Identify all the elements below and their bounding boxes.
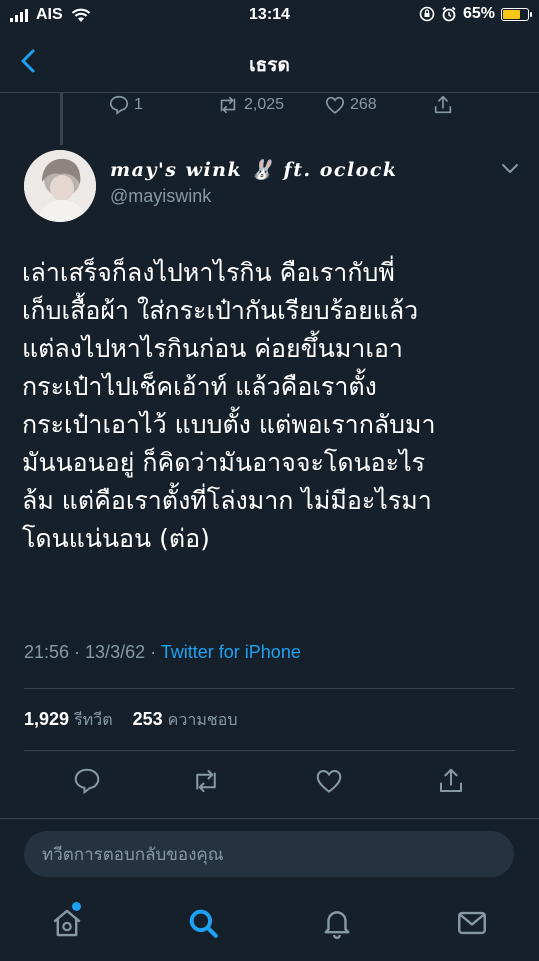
share-icon xyxy=(434,95,452,114)
like-label[interactable]: ความชอบ xyxy=(168,712,238,729)
reply-button[interactable] xyxy=(72,766,102,796)
status-right: 65% xyxy=(419,5,532,23)
tab-messages[interactable] xyxy=(455,906,489,940)
previous-share-button[interactable] xyxy=(432,94,454,116)
like-button[interactable] xyxy=(314,766,344,796)
tweet-stats: 1,929 รีทวีต 253 ความชอบ xyxy=(24,708,238,733)
reply-icon xyxy=(109,95,129,115)
share-icon xyxy=(440,768,462,792)
user-handle[interactable]: @mayiswink xyxy=(110,186,211,207)
display-name[interactable]: may's wink 🐰 ft. oclock xyxy=(110,158,398,181)
retweet-button[interactable] xyxy=(191,766,221,796)
previous-like-count: 268 xyxy=(350,96,377,113)
status-bar: AIS 13:14 65% xyxy=(0,0,539,32)
tweet-meta: 21:56 · 13/3/62 · Twitter for iPhone xyxy=(24,642,301,663)
messages-icon xyxy=(458,911,486,935)
avatar-photo xyxy=(24,150,96,222)
notification-dot xyxy=(72,902,81,911)
previous-reply-button[interactable]: 1 xyxy=(108,94,143,116)
retweet-label[interactable]: รีทวีต xyxy=(74,712,113,729)
notifications-icon xyxy=(324,911,350,940)
previous-reply-count: 1 xyxy=(134,96,143,113)
previous-tweet-actions: 1 2,025 268 xyxy=(0,94,539,118)
tab-search[interactable] xyxy=(186,906,220,940)
reply-icon xyxy=(74,768,100,795)
rotation-lock-icon xyxy=(419,6,435,22)
search-icon xyxy=(189,909,218,938)
like-count[interactable]: 253 xyxy=(133,709,163,729)
previous-retweet-count: 2,025 xyxy=(244,96,285,113)
like-icon xyxy=(325,96,345,114)
like-icon xyxy=(316,769,342,793)
retweet-icon xyxy=(196,770,216,792)
avatar[interactable] xyxy=(24,150,96,222)
tweet-timestamp: 21:56 · 13/3/62 · xyxy=(24,642,161,662)
tweet-text: เล่าเสร็จก็ลงไปหาไรกิน คือเรากับพี่ เก็บ… xyxy=(22,258,436,553)
retweet-icon xyxy=(220,96,236,114)
chevron-down-icon[interactable] xyxy=(501,163,519,175)
divider xyxy=(24,750,515,751)
battery-percent: 65% xyxy=(462,5,495,22)
home-icon xyxy=(53,909,81,937)
tab-home[interactable] xyxy=(50,906,84,940)
nav-bar: เธรด xyxy=(0,32,539,93)
reply-input[interactable] xyxy=(40,831,504,879)
battery-icon xyxy=(501,7,532,21)
previous-like-button[interactable]: 268 xyxy=(324,94,377,116)
divider xyxy=(24,688,515,689)
alarm-icon xyxy=(442,6,456,22)
tweet-source-link[interactable]: Twitter for iPhone xyxy=(161,642,301,662)
retweet-count[interactable]: 1,929 xyxy=(24,709,69,729)
page-title: เธรด xyxy=(249,55,290,76)
tab-notifications[interactable] xyxy=(320,906,354,940)
previous-retweet-button[interactable]: 2,025 xyxy=(216,94,284,116)
reply-box[interactable] xyxy=(24,831,514,879)
share-button[interactable] xyxy=(436,766,466,796)
